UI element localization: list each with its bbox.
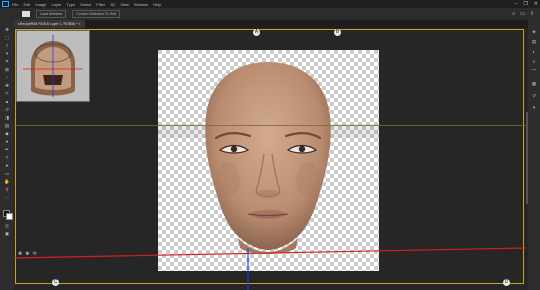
- convert-selection-button[interactable]: Convert Selection To Grid: [72, 10, 121, 18]
- menu-window[interactable]: Window: [134, 2, 148, 7]
- menu-3d[interactable]: 3D: [110, 2, 115, 7]
- quick-mask-icon[interactable]: ◎: [4, 223, 10, 228]
- minimize-button[interactable]: –: [515, 1, 518, 7]
- brush-icon[interactable]: ✎: [4, 91, 10, 96]
- frame-icon[interactable]: ⊠: [4, 67, 10, 72]
- workspace-icon[interactable]: ▭: [520, 11, 525, 17]
- menu-select[interactable]: Select: [80, 2, 91, 7]
- load-selected-button[interactable]: Load Selected: [36, 10, 67, 18]
- zoom-icon[interactable]: ⚲: [4, 187, 10, 192]
- menu-file[interactable]: File: [12, 2, 18, 7]
- pan-icon[interactable]: ✥: [25, 251, 29, 257]
- marker-top-left[interactable]: A: [253, 29, 260, 36]
- menu-help[interactable]: Help: [153, 2, 161, 7]
- styles-icon[interactable]: ✦: [531, 105, 537, 110]
- history-brush-icon[interactable]: ↺: [4, 107, 10, 112]
- gradient-icon[interactable]: ▤: [4, 123, 10, 128]
- properties-icon[interactable]: ▦: [531, 81, 537, 86]
- lasso-icon[interactable]: ℓ: [4, 43, 10, 48]
- marquee-icon[interactable]: ⬚: [4, 35, 10, 40]
- hand-icon[interactable]: ✋: [4, 179, 10, 184]
- menu-view[interactable]: View: [120, 2, 129, 7]
- blur-icon[interactable]: ◆: [4, 131, 10, 136]
- photoshop-logo[interactable]: [2, 1, 9, 7]
- eyedropper-icon[interactable]: ⁄: [4, 75, 10, 80]
- paths-icon[interactable]: ⌒: [531, 69, 537, 74]
- dodge-icon[interactable]: ●: [4, 139, 10, 144]
- magic-wand-icon[interactable]: ✦: [4, 51, 10, 56]
- crop-icon[interactable]: ⌗: [4, 59, 10, 64]
- right-panel-dock: ◈ ▤ ◐ ≡ ⌒ ▦ ↺ ✦: [528, 20, 540, 290]
- adjustments-icon[interactable]: ◐: [531, 49, 537, 54]
- layers-panel-icon[interactable]: ▤: [531, 39, 537, 44]
- options-right-icons: ⌕ ▭ ⇪: [512, 11, 534, 17]
- menu-image[interactable]: Image: [35, 2, 46, 7]
- type-icon[interactable]: T: [4, 155, 10, 160]
- share-icon[interactable]: ⇪: [530, 11, 534, 17]
- channels-icon[interactable]: ≡: [531, 59, 537, 64]
- marker-bottom-left[interactable]: C: [52, 279, 59, 286]
- path-select-icon[interactable]: ➤: [4, 163, 10, 168]
- maximize-button[interactable]: ❐: [523, 1, 527, 7]
- document-tab-label: sRecipeRWI RGB 8 Layer 1, RGB/8) *: [18, 22, 78, 26]
- shape-icon[interactable]: ▭: [4, 171, 10, 176]
- healing-icon[interactable]: ✚: [4, 83, 10, 88]
- menu-filter[interactable]: Filter: [96, 2, 105, 7]
- close-button[interactable]: ✕: [534, 1, 538, 7]
- pen-icon[interactable]: ✒: [4, 147, 10, 152]
- 3d-camera-thumbnail[interactable]: [16, 30, 90, 102]
- 3d-panel-icon[interactable]: ◈: [531, 29, 537, 34]
- menu-type[interactable]: Type: [67, 2, 76, 7]
- 3d-nav-icons: ✥ ✥ ⟲: [18, 251, 37, 257]
- close-tab-icon[interactable]: ×: [78, 22, 80, 26]
- tool-preset-swatch[interactable]: [22, 11, 30, 17]
- screen-mode-icon[interactable]: ▣: [4, 231, 10, 236]
- vertical-scrollbar[interactable]: [526, 112, 528, 204]
- background-color[interactable]: [6, 213, 13, 220]
- menu-edit[interactable]: Edit: [23, 2, 30, 7]
- history-icon[interactable]: ↺: [531, 93, 537, 98]
- move-icon[interactable]: ✥: [4, 27, 10, 32]
- stamp-icon[interactable]: ▲: [4, 99, 10, 104]
- menu-bar: File Edit Image Layer Type Select Filter…: [0, 0, 540, 8]
- orbit-icon[interactable]: ✥: [18, 251, 22, 257]
- marker-bottom-right[interactable]: D: [503, 279, 510, 286]
- document-tab[interactable]: sRecipeRWI RGB 8 Layer 1, RGB/8) * ×: [14, 20, 85, 28]
- more-tools-icon[interactable]: ⋯: [4, 195, 10, 200]
- document-tabbar: sRecipeRWI RGB 8 Layer 1, RGB/8) * ×: [14, 20, 528, 28]
- marker-top-right[interactable]: B: [334, 29, 341, 36]
- rotate-icon[interactable]: ⟲: [32, 251, 36, 257]
- eraser-icon[interactable]: ◨: [4, 115, 10, 120]
- document-canvas[interactable]: [158, 50, 379, 271]
- search-icon[interactable]: ⌕: [512, 11, 515, 17]
- window-controls: – ❐ ✕: [515, 1, 538, 7]
- tools-panel: ✥ ⬚ ℓ ✦ ⌗ ⊠ ⁄ ✚ ✎ ▲ ↺ ◨ ▤ ◆ ● ✒ T ➤ ▭ ✋ …: [0, 20, 14, 290]
- menu-layer[interactable]: Layer: [51, 2, 61, 7]
- horizontal-guide[interactable]: [14, 125, 528, 126]
